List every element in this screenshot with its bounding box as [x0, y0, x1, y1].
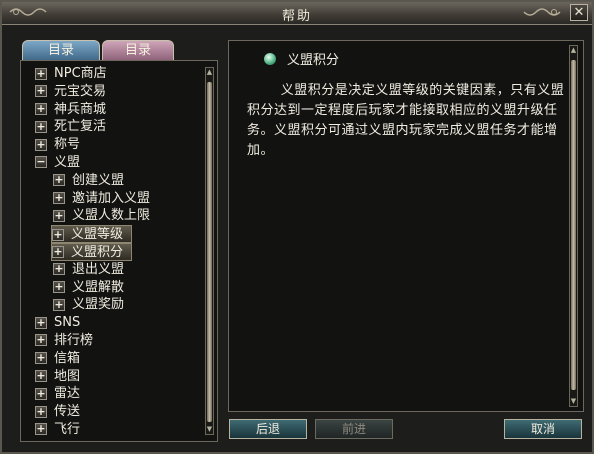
expand-icon[interactable]: + [53, 192, 65, 205]
expand-icon[interactable]: + [53, 263, 65, 276]
tab-contents-1[interactable]: 目录 [22, 40, 100, 61]
content-panel: 义盟积分 义盟积分是决定义盟等级的关键因素，只有义盟积分达到一定程度后玩家才能接… [228, 40, 584, 412]
tree-item-label: 传送 [54, 404, 81, 420]
expand-icon[interactable]: + [35, 85, 47, 98]
topic-tree-panel: + NPC商店 + 元宝交易 + 神兵商城 + 死亡复活 + 称号 − 义盟 + 创建义盟 +… [20, 60, 218, 442]
close-icon: ✕ [573, 5, 585, 20]
tree-item-yuanbao-trade[interactable]: + 元宝交易 [35, 83, 205, 101]
expand-icon[interactable]: + [35, 67, 47, 80]
tree-item-label: 称号 [54, 137, 81, 153]
expand-icon[interactable]: + [35, 316, 47, 329]
tree-item-label: 邀请加入义盟 [72, 190, 151, 206]
tree-item-disband-alliance[interactable]: + 义盟解散 [35, 279, 205, 297]
expand-icon[interactable]: + [35, 103, 47, 116]
tree-item-label: SNS [54, 315, 81, 331]
topic-tree: + NPC商店 + 元宝交易 + 神兵商城 + 死亡复活 + 称号 − 义盟 + 创建义盟 +… [35, 65, 205, 439]
tree-item-label: 雷达 [54, 386, 81, 402]
expand-icon[interactable]: + [53, 298, 65, 311]
gem-icon [264, 53, 276, 65]
expand-icon[interactable]: + [35, 370, 47, 383]
collapse-icon[interactable]: − [35, 156, 47, 169]
expand-icon[interactable]: + [35, 387, 47, 400]
expand-icon[interactable]: + [35, 334, 47, 347]
tree-item-label: 义盟等级 [71, 227, 124, 243]
tree-item-alliance[interactable]: − 义盟 [35, 154, 205, 172]
tree-item-sns[interactable]: + SNS [35, 314, 205, 332]
expand-icon[interactable]: + [35, 120, 47, 133]
tree-item-label: 义盟人数上限 [72, 208, 151, 224]
tree-item-alliance-member-limit[interactable]: + 义盟人数上限 [35, 207, 205, 225]
close-button[interactable]: ✕ [570, 4, 588, 21]
tree-item-label: 死亡复活 [54, 119, 107, 135]
tree-item-label: 地图 [54, 368, 81, 384]
tree-item-map[interactable]: + 地图 [35, 368, 205, 386]
topic-body: 义盟积分是决定义盟等级的关键因素，只有义盟积分达到一定程度后玩家才能接取相应的义… [247, 83, 565, 158]
tree-item-leaderboard[interactable]: + 排行榜 [35, 332, 205, 350]
forward-button[interactable]: 前进 [315, 419, 393, 439]
tree-item-label: 退出义盟 [72, 261, 125, 277]
title-bar[interactable]: 帮助 ✕ [2, 2, 592, 25]
tab-contents-2[interactable]: 目录 [102, 40, 174, 61]
content-scroll-thumb[interactable] [571, 60, 576, 390]
expand-icon[interactable]: + [35, 405, 47, 418]
tree-scroll-thumb[interactable] [207, 82, 212, 422]
tree-item-alliance-points[interactable]: + 义盟积分 [35, 242, 205, 261]
tree-item-alliance-rewards[interactable]: + 义盟奖励 [35, 296, 205, 314]
tree-item-label: 义盟解散 [72, 279, 125, 295]
tree-item-alliance-level[interactable]: + 义盟等级 [35, 225, 205, 244]
expand-icon[interactable]: + [35, 352, 47, 365]
tree-item-flight[interactable]: + 飞行 [35, 421, 205, 439]
topic-title: 义盟积分 [287, 53, 340, 68]
tree-item-titles[interactable]: + 称号 [35, 136, 205, 154]
expand-icon[interactable]: + [35, 423, 47, 436]
tree-item-label: 排行榜 [54, 332, 94, 348]
tree-scrollbar[interactable]: ▲ ▼ [205, 67, 214, 435]
tree-item-label: 义盟奖励 [72, 297, 125, 313]
tree-item-radar[interactable]: + 雷达 [35, 385, 205, 403]
back-button[interactable]: 后退 [229, 419, 307, 439]
tree-item-label: 义盟 [54, 154, 81, 170]
expand-icon[interactable]: + [35, 138, 47, 151]
help-window: 帮助 ✕ 目录 目录 + NPC商店 + 元宝交易 + 神兵商城 + 死亡复活 + 称号 … [0, 0, 594, 454]
tree-item-death-revive[interactable]: + 死亡复活 [35, 118, 205, 136]
tree-item-label: NPC商店 [54, 66, 107, 81]
scroll-up-icon[interactable]: ▲ [570, 46, 577, 55]
tree-item-invite-alliance[interactable]: + 邀请加入义盟 [35, 190, 205, 208]
scroll-down-icon[interactable]: ▼ [570, 397, 577, 406]
tree-item-label: 元宝交易 [54, 83, 107, 99]
tree-item-leave-alliance[interactable]: + 退出义盟 [35, 261, 205, 279]
ornament-right-icon [523, 8, 561, 16]
tree-item-teleport[interactable]: + 传送 [35, 403, 205, 421]
expand-icon[interactable]: + [53, 209, 65, 222]
tree-item-label: 神兵商城 [54, 101, 107, 117]
tree-item-label: 飞行 [54, 421, 81, 437]
tree-item-label: 信箱 [54, 350, 81, 366]
tree-item-create-alliance[interactable]: + 创建义盟 [35, 172, 205, 190]
scroll-up-icon[interactable]: ▲ [206, 68, 213, 77]
scroll-down-icon[interactable]: ▼ [206, 425, 213, 434]
expand-icon[interactable]: + [52, 228, 64, 241]
content-scrollbar[interactable]: ▲ ▼ [569, 45, 578, 407]
tree-item-mailbox[interactable]: + 信箱 [35, 350, 205, 368]
tree-item-label: 创建义盟 [72, 172, 125, 188]
expand-icon[interactable]: + [53, 174, 65, 187]
tree-item-weapon-mall[interactable]: + 神兵商城 [35, 101, 205, 119]
expand-icon[interactable]: + [53, 281, 65, 294]
window-title: 帮助 [281, 9, 312, 24]
tree-item-label: 义盟积分 [71, 244, 124, 260]
cancel-button[interactable]: 取消 [504, 419, 582, 439]
tree-item-npc-shop[interactable]: + NPC商店 [35, 65, 205, 83]
expand-icon[interactable]: + [52, 246, 64, 259]
